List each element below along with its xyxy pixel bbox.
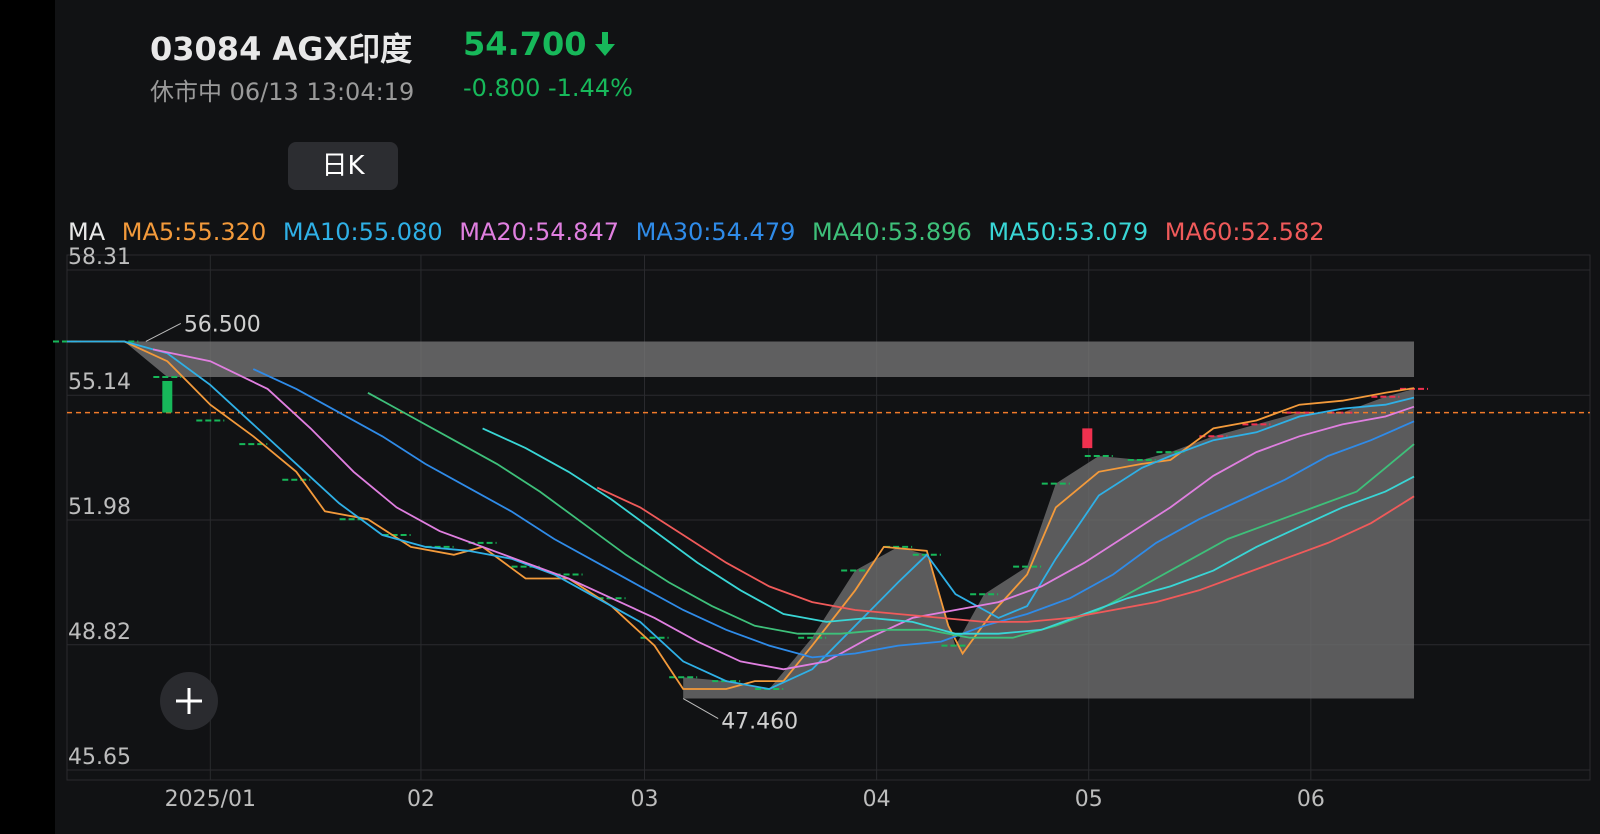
- low-label: 47.460: [721, 710, 798, 735]
- high-leader: [145, 323, 182, 342]
- low-leader: [682, 698, 719, 719]
- high-label: 56.500: [184, 312, 261, 337]
- y-tick-label: 58.31: [68, 245, 131, 270]
- y-tick-label: 55.14: [68, 370, 131, 395]
- add-indicator-button[interactable]: [160, 672, 218, 730]
- x-tick-label: 2025/01: [165, 787, 256, 812]
- x-tick-label: 04: [863, 787, 891, 812]
- range-band-upper: [67, 341, 1415, 378]
- x-tick-label: 03: [630, 787, 658, 812]
- y-tick-label: 45.65: [68, 745, 131, 770]
- x-tick-label: 02: [407, 787, 435, 812]
- candle: [1082, 428, 1093, 449]
- x-tick-label: 06: [1297, 787, 1325, 812]
- plus-icon: [176, 688, 202, 714]
- y-tick-label: 48.82: [68, 620, 131, 645]
- x-tick-label: 05: [1075, 787, 1103, 812]
- candle: [162, 380, 173, 413]
- y-tick-label: 51.98: [68, 495, 131, 520]
- kline-chart[interactable]: 58.31 55.14 51.98 48.82 45.65 2025/01 02 03 04 05…: [0, 0, 1600, 834]
